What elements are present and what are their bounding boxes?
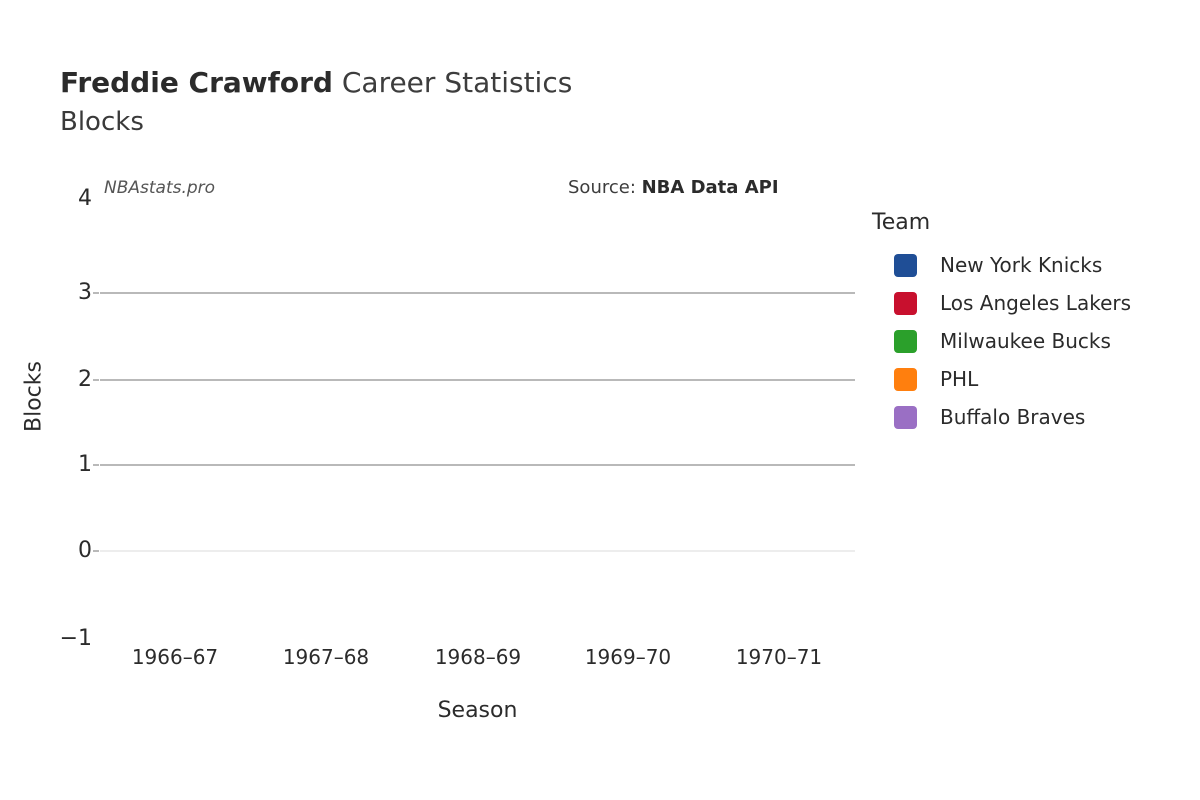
source-label: Source: [568,177,642,198]
legend-item-label: PHL [940,367,979,391]
title-suffix: Career Statistics [332,66,573,99]
title-player-name: Freddie Crawford [60,66,333,99]
watermark-text: NBAstats.pro [104,178,216,198]
legend-item-phl[interactable]: PHL [872,360,1192,398]
xtick-label-1970-71: 1970–71 [735,645,823,669]
ytick-mark-2 [93,379,99,381]
ytick-mark-0 [93,550,99,552]
ytick-label-4: 4 [78,186,92,211]
legend-swatch-icon [894,329,917,353]
chart-subtitle: Blocks [60,107,144,137]
chart-figure: Freddie Crawford Career Statistics Block… [0,0,1200,800]
page-title: Freddie Crawford Career Statistics [60,66,572,100]
gridline-y3 [100,292,855,294]
plot-area [93,196,855,640]
xtick-label-1966-67: 1966–67 [131,645,219,669]
legend: Team New York Knicks Los Angeles Lakers … [872,210,1192,436]
source-note: Source: NBA Data API [568,177,779,198]
y-axis-title: Blocks [21,361,47,432]
legend-swatch-icon [894,405,917,429]
title-block: Freddie Crawford Career Statistics Block… [60,66,572,138]
x-axis-ticks: 1966–67 1967–68 1968–69 1969–70 1970–71 [100,645,855,675]
legend-item-label: Buffalo Braves [940,405,1086,429]
legend-swatch-icon [894,291,917,315]
ytick-mark-3 [93,292,99,294]
legend-swatch-icon [894,367,917,391]
legend-item-buffalo-braves[interactable]: Buffalo Braves [872,398,1192,436]
legend-item-label: Milwaukee Bucks [940,329,1111,353]
legend-item-milwaukee-bucks[interactable]: Milwaukee Bucks [872,322,1192,360]
legend-item-label: New York Knicks [940,253,1103,277]
gridline-y1 [100,464,855,466]
legend-item-los-angeles-lakers[interactable]: Los Angeles Lakers [872,284,1192,322]
ytick-label-0: 0 [78,538,92,563]
ytick-mark-1 [93,464,99,466]
ytick-label-1: 1 [78,452,92,477]
legend-item-label: Los Angeles Lakers [940,291,1132,315]
gridline-y0 [100,550,855,552]
legend-title: Team [872,210,931,235]
xtick-label-1969-70: 1969–70 [584,645,672,669]
legend-swatch-icon [894,253,917,277]
ytick-label-3: 3 [78,280,92,305]
source-value: NBA Data API [641,177,779,198]
x-axis-title: Season [437,698,518,723]
gridline-y2 [100,379,855,381]
xtick-label-1967-68: 1967–68 [282,645,370,669]
legend-item-new-york-knicks[interactable]: New York Knicks [872,246,1192,284]
ytick-label-neg1: −1 [59,626,92,651]
xtick-label-1968-69: 1968–69 [434,645,522,669]
